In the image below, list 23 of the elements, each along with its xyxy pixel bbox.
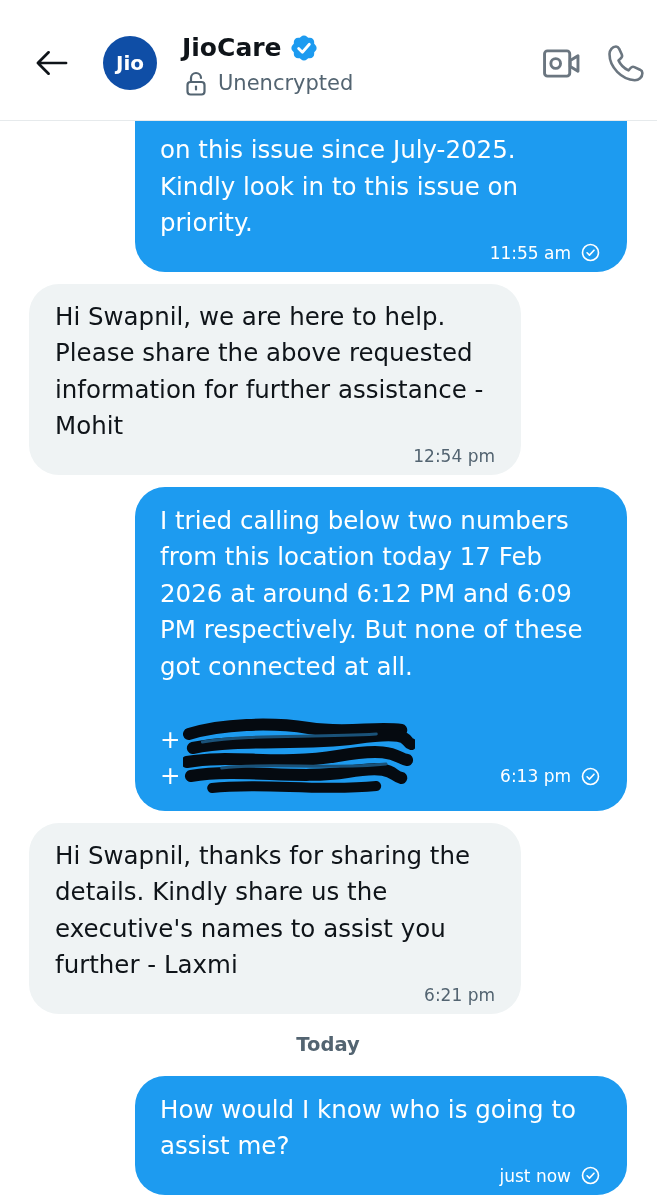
message-time: just now xyxy=(499,1164,571,1187)
phone-number-prefix: + xyxy=(160,760,181,792)
back-arrow-icon[interactable] xyxy=(35,49,68,77)
message-time: 6:21 pm xyxy=(424,983,495,1006)
encryption-status: Unencrypted xyxy=(218,70,354,96)
message-text: I tried calling below two numbers from this location today 17 Feb 2026 at around 6:12 PM and 6:09 PM respectively. But none of these got connected at all. xyxy=(160,504,584,683)
phone-call-icon[interactable] xyxy=(607,44,645,82)
phone-number-prefix: + xyxy=(160,723,181,756)
logo-avatar: Jio xyxy=(103,36,157,90)
message-time: 6:13 pm xyxy=(500,765,571,788)
contact-name: JioCare xyxy=(182,32,282,64)
message-time: 11:55 am xyxy=(489,241,571,264)
date-divider-label: Today xyxy=(296,1031,360,1058)
check-circle-icon xyxy=(581,1166,600,1185)
message-text: Hi Swapnil, we are here to help. Please share the above requested information for further assistance - Mohit xyxy=(55,300,485,442)
unlocked-padlock-icon xyxy=(186,70,206,96)
message-text: Hi Swapnil, thanks for sharing the details. Kindly share us the executive's names to assist you further - Laxmi xyxy=(55,839,472,981)
check-circle-icon xyxy=(581,243,600,262)
message-text: How would I know who is going to assist me? xyxy=(160,1093,577,1162)
message-text: on this issue since July-2025. Kindly look in to this issue on priority. xyxy=(160,134,520,239)
video-call-icon[interactable] xyxy=(543,47,580,79)
check-circle-icon xyxy=(581,766,600,786)
message-time: 12:54 pm xyxy=(413,444,495,467)
